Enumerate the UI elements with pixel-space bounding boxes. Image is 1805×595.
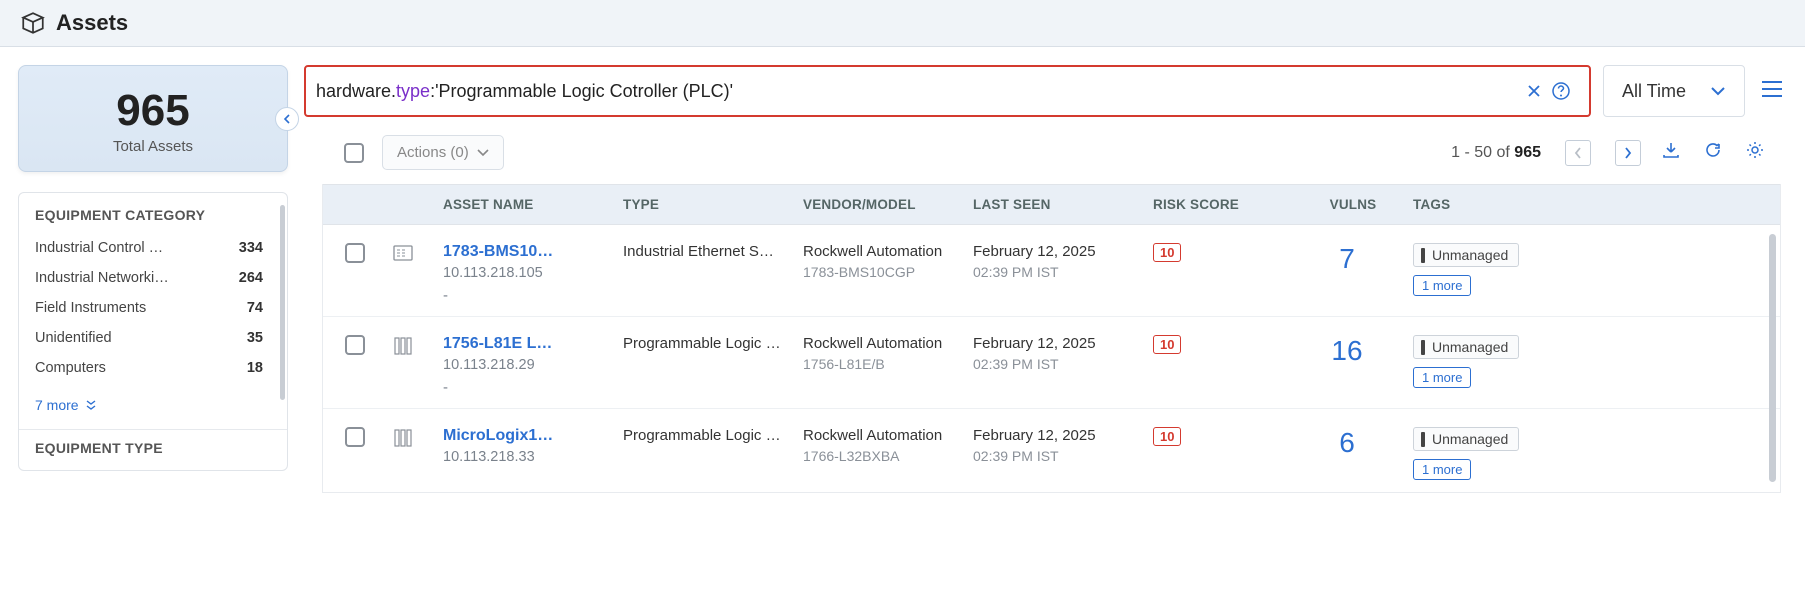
menu-button[interactable] [1757, 76, 1787, 107]
chevron-left-icon [1574, 147, 1582, 159]
table-row: 1756-L81E L… 10.113.218.29 - Programmabl… [323, 317, 1780, 409]
asset-ip: 10.113.218.33 [443, 449, 611, 465]
asset-type: Programmable Logic … [623, 427, 791, 444]
facet-title-category: EQUIPMENT CATEGORY [19, 207, 287, 233]
settings-button[interactable] [1743, 138, 1767, 167]
divider [19, 429, 287, 430]
asset-name-link[interactable]: 1756-L81E L… [443, 335, 611, 353]
col-tags[interactable]: TAGS [1413, 197, 1780, 212]
select-all-checkbox[interactable] [344, 143, 364, 163]
search-input[interactable]: hardware.type:'Programmable Logic Cotrol… [304, 65, 1591, 117]
asset-ip: 10.113.218.29 [443, 357, 611, 373]
col-vulns[interactable]: VULNS [1293, 197, 1413, 212]
facet-panel: EQUIPMENT CATEGORY Industrial Control …3… [18, 192, 288, 471]
double-chevron-down-icon [85, 400, 97, 410]
actions-dropdown[interactable]: Actions (0) [382, 135, 504, 170]
last-seen-time: 02:39 PM IST [973, 356, 1141, 372]
toolbar: Actions (0) 1 - 50 of 965 [304, 117, 1787, 184]
clear-search-button[interactable] [1521, 78, 1547, 104]
sidebar: 965 Total Assets EQUIPMENT CATEGORY Indu… [18, 65, 288, 493]
row-checkbox[interactable] [345, 427, 365, 447]
gear-icon [1745, 140, 1765, 160]
row-checkbox[interactable] [345, 335, 365, 355]
time-range-dropdown[interactable]: All Time [1603, 65, 1745, 117]
facet-item[interactable]: Industrial Control …334 [19, 233, 287, 263]
total-assets-card: 965 Total Assets [18, 65, 288, 172]
switch-icon [393, 245, 413, 265]
col-vendor[interactable]: VENDOR/MODEL [803, 197, 973, 212]
download-button[interactable] [1659, 138, 1683, 167]
vendor-model: 1756-L81E/B [803, 356, 961, 372]
help-icon [1551, 81, 1571, 101]
download-icon [1661, 140, 1681, 160]
last-seen-date: February 12, 2025 [973, 243, 1141, 260]
vendor-name: Rockwell Automation [803, 427, 961, 444]
next-page-button[interactable] [1615, 140, 1641, 166]
collapse-sidebar-button[interactable] [275, 107, 299, 131]
total-count: 965 [29, 86, 277, 136]
col-type[interactable]: TYPE [623, 197, 803, 212]
risk-score-badge: 10 [1153, 243, 1181, 262]
vulns-count-link[interactable]: 7 [1293, 243, 1401, 275]
search-help-button[interactable] [1547, 77, 1575, 105]
chevron-down-icon [477, 149, 489, 157]
facet-item[interactable]: Field Instruments74 [19, 293, 287, 323]
asset-name-link[interactable]: 1783-BMS10… [443, 243, 611, 261]
row-checkbox[interactable] [345, 243, 365, 263]
tag-pill[interactable]: Unmanaged [1413, 427, 1519, 451]
scrollbar[interactable] [1769, 234, 1776, 482]
facet-item[interactable]: Unidentified35 [19, 323, 287, 353]
vendor-model: 1766-L32BXBA [803, 448, 961, 464]
tag-more-button[interactable]: 1 more [1413, 275, 1471, 296]
rack-icon [393, 337, 413, 359]
facet-item[interactable]: Industrial Networki…264 [19, 263, 287, 293]
content: hardware.type:'Programmable Logic Cotrol… [304, 65, 1787, 493]
tag-more-button[interactable]: 1 more [1413, 367, 1471, 388]
page-title: Assets [56, 10, 128, 36]
hamburger-icon [1761, 80, 1783, 98]
assets-table: ASSET NAME TYPE VENDOR/MODEL LAST SEEN R… [322, 184, 1781, 493]
asset-ip: 10.113.218.105 [443, 265, 611, 281]
vulns-count-link[interactable]: 16 [1293, 335, 1401, 367]
table-row: 1783-BMS10… 10.113.218.105 - Industrial … [323, 225, 1780, 317]
total-label: Total Assets [29, 138, 277, 155]
prev-page-button[interactable] [1565, 140, 1591, 166]
facet-show-more[interactable]: 7 more [19, 383, 287, 423]
chevron-left-icon [282, 114, 292, 124]
asset-type: Industrial Ethernet S… [623, 243, 791, 260]
search-query: hardware.type:'Programmable Logic Cotrol… [316, 81, 1521, 102]
rack-icon [393, 429, 413, 451]
table-row: MicroLogix1… 10.113.218.33 Programmable … [323, 409, 1780, 492]
tag-more-button[interactable]: 1 more [1413, 459, 1471, 480]
risk-score-badge: 10 [1153, 427, 1181, 446]
vendor-model: 1783-BMS10CGP [803, 264, 961, 280]
last-seen-time: 02:39 PM IST [973, 264, 1141, 280]
asset-type: Programmable Logic … [623, 335, 791, 352]
vulns-count-link[interactable]: 6 [1293, 427, 1401, 459]
assets-icon [20, 10, 46, 36]
facet-item[interactable]: Computers18 [19, 353, 287, 383]
col-risk[interactable]: RISK SCORE [1153, 197, 1293, 212]
col-asset-name[interactable]: ASSET NAME [443, 197, 623, 212]
close-icon [1525, 82, 1543, 100]
chevron-down-icon [1710, 86, 1726, 96]
pagination-label: 1 - 50 of 965 [1451, 144, 1541, 162]
col-last-seen[interactable]: LAST SEEN [973, 197, 1153, 212]
last-seen-time: 02:39 PM IST [973, 448, 1141, 464]
tag-pill[interactable]: Unmanaged [1413, 243, 1519, 267]
refresh-icon [1703, 140, 1723, 160]
facet-title-type: EQUIPMENT TYPE [19, 440, 287, 466]
asset-name-link[interactable]: MicroLogix1… [443, 427, 611, 445]
last-seen-date: February 12, 2025 [973, 335, 1141, 352]
app-header: Assets [0, 0, 1805, 47]
vendor-name: Rockwell Automation [803, 335, 961, 352]
tag-pill[interactable]: Unmanaged [1413, 335, 1519, 359]
refresh-button[interactable] [1701, 138, 1725, 167]
vendor-name: Rockwell Automation [803, 243, 961, 260]
risk-score-badge: 10 [1153, 335, 1181, 354]
last-seen-date: February 12, 2025 [973, 427, 1141, 444]
chevron-right-icon [1624, 147, 1632, 159]
table-header: ASSET NAME TYPE VENDOR/MODEL LAST SEEN R… [323, 184, 1780, 225]
